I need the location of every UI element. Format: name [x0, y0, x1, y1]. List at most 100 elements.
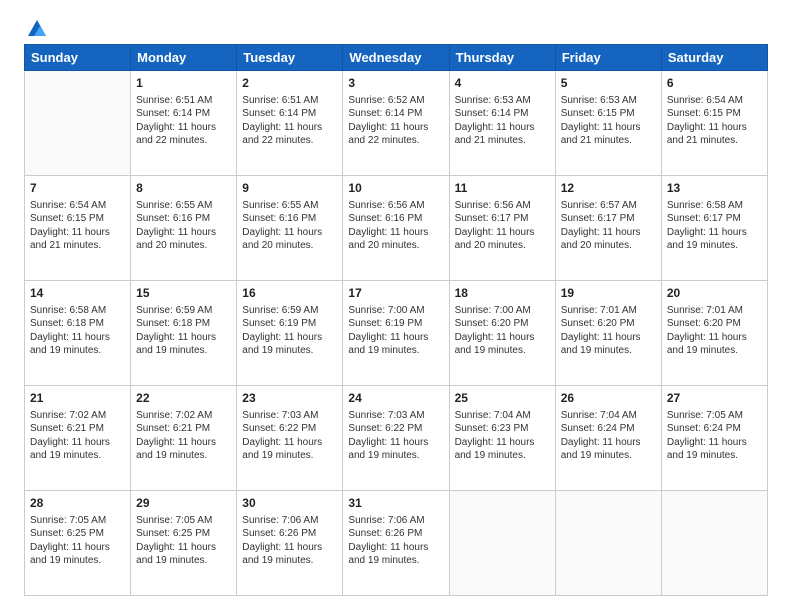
- header: [24, 20, 768, 34]
- calendar-cell: 21 Sunrise: 7:02 AM Sunset: 6:21 PM Dayli…: [25, 386, 131, 491]
- weekday-header-wednesday: Wednesday: [343, 45, 449, 71]
- day-info: Sunrise: 6:57 AM Sunset: 6:17 PM Dayligh…: [561, 199, 656, 253]
- day-number: 19: [561, 285, 656, 302]
- day-info: Sunrise: 7:01 AM Sunset: 6:20 PM Dayligh…: [561, 304, 656, 358]
- day-number: 13: [667, 180, 762, 197]
- calendar-cell: 2 Sunrise: 6:51 AM Sunset: 6:14 PM Daylig…: [237, 71, 343, 176]
- calendar-cell: 29Sunrise: 7:05 AM Sunset: 6:25 PM Dayli…: [131, 491, 237, 596]
- day-info: Sunrise: 6:53 AM Sunset: 6:15 PM Dayligh…: [561, 94, 656, 148]
- day-number: 18: [455, 285, 550, 302]
- calendar-cell: 3 Sunrise: 6:52 AM Sunset: 6:14 PM Daylig…: [343, 71, 449, 176]
- calendar-cell: 18 Sunrise: 7:00 AM Sunset: 6:20 PM Dayli…: [449, 281, 555, 386]
- weekday-header-sunday: Sunday: [25, 45, 131, 71]
- day-number: 21: [30, 390, 125, 407]
- calendar-cell: 12 Sunrise: 6:57 AM Sunset: 6:17 PM Dayli…: [555, 176, 661, 281]
- calendar-week-5: 28Sunrise: 7:05 AM Sunset: 6:25 PM Dayli…: [25, 491, 768, 596]
- calendar-cell: 17 Sunrise: 7:00 AM Sunset: 6:19 PM Dayli…: [343, 281, 449, 386]
- calendar-table: SundayMondayTuesdayWednesdayThursdayFrid…: [24, 44, 768, 596]
- calendar-cell: 31 Sunrise: 7:06 AM Sunset: 6:26 PM Dayli…: [343, 491, 449, 596]
- day-number: 9: [242, 180, 337, 197]
- day-info: Sunrise: 6:53 AM Sunset: 6:14 PM Dayligh…: [455, 94, 550, 148]
- day-number: 6: [667, 75, 762, 92]
- day-info: Sunrise: 7:06 AM Sunset: 6:26 PM Dayligh…: [348, 514, 443, 568]
- day-number: 24: [348, 390, 443, 407]
- day-number: 30: [242, 495, 337, 512]
- calendar-cell: 7 Sunrise: 6:54 AM Sunset: 6:15 PM Daylig…: [25, 176, 131, 281]
- day-info: Sunrise: 7:00 AM Sunset: 6:20 PM Dayligh…: [455, 304, 550, 358]
- page: SundayMondayTuesdayWednesdayThursdayFrid…: [0, 0, 792, 612]
- day-number: 12: [561, 180, 656, 197]
- logo-icon: [26, 18, 48, 40]
- day-info: Sunrise: 7:05 AM Sunset: 6:24 PM Dayligh…: [667, 409, 762, 463]
- day-info: Sunrise: 7:00 AM Sunset: 6:19 PM Dayligh…: [348, 304, 443, 358]
- day-number: 31: [348, 495, 443, 512]
- calendar-cell: 4 Sunrise: 6:53 AM Sunset: 6:14 PM Daylig…: [449, 71, 555, 176]
- day-info: Sunrise: 7:03 AM Sunset: 6:22 PM Dayligh…: [348, 409, 443, 463]
- day-info: Sunrise: 7:06 AM Sunset: 6:26 PM Dayligh…: [242, 514, 337, 568]
- day-number: 15: [136, 285, 231, 302]
- day-number: 1: [136, 75, 231, 92]
- calendar-cell: 25Sunrise: 7:04 AM Sunset: 6:23 PM Dayli…: [449, 386, 555, 491]
- calendar-cell: 6 Sunrise: 6:54 AM Sunset: 6:15 PM Daylig…: [661, 71, 767, 176]
- day-info: Sunrise: 6:58 AM Sunset: 6:18 PM Dayligh…: [30, 304, 125, 358]
- day-number: 4: [455, 75, 550, 92]
- calendar-cell: 23Sunrise: 7:03 AM Sunset: 6:22 PM Dayli…: [237, 386, 343, 491]
- calendar-cell: 19 Sunrise: 7:01 AM Sunset: 6:20 PM Dayli…: [555, 281, 661, 386]
- weekday-header-friday: Friday: [555, 45, 661, 71]
- day-number: 7: [30, 180, 125, 197]
- calendar-week-1: 1 Sunrise: 6:51 AM Sunset: 6:14 PM Daylig…: [25, 71, 768, 176]
- calendar-cell: 5 Sunrise: 6:53 AM Sunset: 6:15 PM Daylig…: [555, 71, 661, 176]
- day-number: 11: [455, 180, 550, 197]
- weekday-header-tuesday: Tuesday: [237, 45, 343, 71]
- calendar-cell: [449, 491, 555, 596]
- day-number: 10: [348, 180, 443, 197]
- calendar-week-4: 21 Sunrise: 7:02 AM Sunset: 6:21 PM Dayli…: [25, 386, 768, 491]
- calendar-cell: 26 Sunrise: 7:04 AM Sunset: 6:24 PM Dayli…: [555, 386, 661, 491]
- day-info: Sunrise: 7:04 AM Sunset: 6:24 PM Dayligh…: [561, 409, 656, 463]
- calendar-cell: 16 Sunrise: 6:59 AM Sunset: 6:19 PM Dayli…: [237, 281, 343, 386]
- day-info: Sunrise: 6:55 AM Sunset: 6:16 PM Dayligh…: [136, 199, 231, 253]
- calendar-cell: 27 Sunrise: 7:05 AM Sunset: 6:24 PM Dayli…: [661, 386, 767, 491]
- day-number: 16: [242, 285, 337, 302]
- day-info: Sunrise: 6:59 AM Sunset: 6:19 PM Dayligh…: [242, 304, 337, 358]
- day-info: Sunrise: 6:54 AM Sunset: 6:15 PM Dayligh…: [667, 94, 762, 148]
- day-number: 5: [561, 75, 656, 92]
- day-number: 14: [30, 285, 125, 302]
- calendar-cell: 28Sunrise: 7:05 AM Sunset: 6:25 PM Dayli…: [25, 491, 131, 596]
- calendar-cell: 14 Sunrise: 6:58 AM Sunset: 6:18 PM Dayli…: [25, 281, 131, 386]
- calendar-cell: 30 Sunrise: 7:06 AM Sunset: 6:26 PM Dayli…: [237, 491, 343, 596]
- day-number: 8: [136, 180, 231, 197]
- day-number: 20: [667, 285, 762, 302]
- calendar-cell: 8 Sunrise: 6:55 AM Sunset: 6:16 PM Daylig…: [131, 176, 237, 281]
- calendar-cell: 10 Sunrise: 6:56 AM Sunset: 6:16 PM Dayli…: [343, 176, 449, 281]
- day-number: 17: [348, 285, 443, 302]
- day-info: Sunrise: 6:55 AM Sunset: 6:16 PM Dayligh…: [242, 199, 337, 253]
- calendar-cell: 1 Sunrise: 6:51 AM Sunset: 6:14 PM Daylig…: [131, 71, 237, 176]
- day-info: Sunrise: 6:56 AM Sunset: 6:16 PM Dayligh…: [348, 199, 443, 253]
- day-number: 27: [667, 390, 762, 407]
- calendar-cell: 9 Sunrise: 6:55 AM Sunset: 6:16 PM Daylig…: [237, 176, 343, 281]
- day-info: Sunrise: 6:54 AM Sunset: 6:15 PM Dayligh…: [30, 199, 125, 253]
- day-info: Sunrise: 7:05 AM Sunset: 6:25 PM Dayligh…: [30, 514, 125, 568]
- weekday-header-row: SundayMondayTuesdayWednesdayThursdayFrid…: [25, 45, 768, 71]
- day-number: 26: [561, 390, 656, 407]
- day-info: Sunrise: 6:56 AM Sunset: 6:17 PM Dayligh…: [455, 199, 550, 253]
- day-info: Sunrise: 6:58 AM Sunset: 6:17 PM Dayligh…: [667, 199, 762, 253]
- weekday-header-monday: Monday: [131, 45, 237, 71]
- day-info: Sunrise: 7:04 AM Sunset: 6:23 PM Dayligh…: [455, 409, 550, 463]
- day-info: Sunrise: 7:02 AM Sunset: 6:21 PM Dayligh…: [30, 409, 125, 463]
- day-number: 3: [348, 75, 443, 92]
- calendar-week-2: 7 Sunrise: 6:54 AM Sunset: 6:15 PM Daylig…: [25, 176, 768, 281]
- calendar-cell: 20Sunrise: 7:01 AM Sunset: 6:20 PM Dayli…: [661, 281, 767, 386]
- calendar-week-3: 14 Sunrise: 6:58 AM Sunset: 6:18 PM Dayli…: [25, 281, 768, 386]
- day-number: 23: [242, 390, 337, 407]
- day-number: 2: [242, 75, 337, 92]
- calendar-cell: 22Sunrise: 7:02 AM Sunset: 6:21 PM Dayli…: [131, 386, 237, 491]
- day-info: Sunrise: 6:52 AM Sunset: 6:14 PM Dayligh…: [348, 94, 443, 148]
- day-number: 29: [136, 495, 231, 512]
- day-info: Sunrise: 6:51 AM Sunset: 6:14 PM Dayligh…: [242, 94, 337, 148]
- weekday-header-thursday: Thursday: [449, 45, 555, 71]
- day-info: Sunrise: 6:51 AM Sunset: 6:14 PM Dayligh…: [136, 94, 231, 148]
- calendar-cell: 13 Sunrise: 6:58 AM Sunset: 6:17 PM Dayli…: [661, 176, 767, 281]
- calendar-cell: 24 Sunrise: 7:03 AM Sunset: 6:22 PM Dayli…: [343, 386, 449, 491]
